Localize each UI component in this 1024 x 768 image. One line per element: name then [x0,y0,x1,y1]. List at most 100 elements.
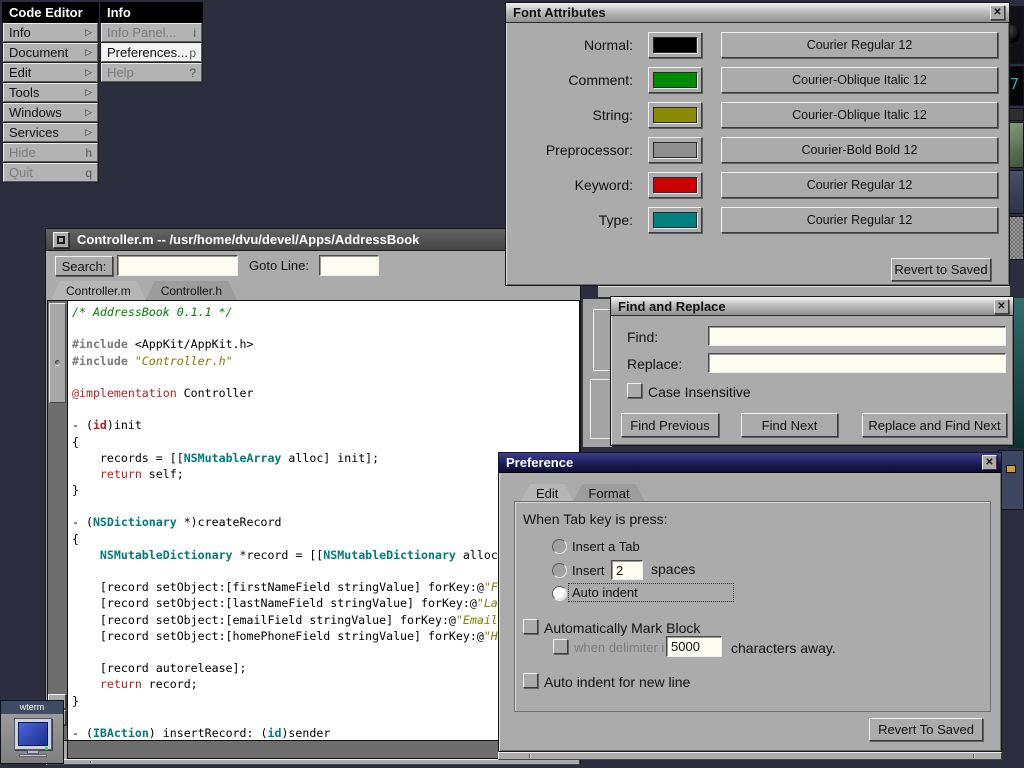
font-attributes-title: Font Attributes [513,5,606,20]
color-swatch [653,212,697,228]
code-token: { [72,435,79,449]
menu-item-edit[interactable]: Edit▷ [3,63,98,82]
code-token: IBAction [93,726,149,740]
font-button[interactable]: Courier Regular 12 [721,32,998,58]
close-icon[interactable]: ✕ [994,299,1009,314]
auto-indent-label: Auto indent [572,585,638,600]
color-well[interactable] [648,67,702,93]
miniaturize-icon [57,236,65,244]
delimiter-count-input[interactable] [666,636,722,657]
menu-item-services[interactable]: Services▷ [3,123,98,142]
close-icon[interactable]: ✕ [982,455,997,470]
font-button[interactable]: Courier Regular 12 [721,207,998,233]
delimiter-label: when delimiter i [574,640,664,655]
preference-titlebar[interactable]: Preference ✕ [499,453,1001,473]
code-token: - ( [72,726,93,740]
menu-title[interactable]: Info [100,2,203,23]
color-well[interactable] [648,172,702,198]
font-button[interactable]: Courier-Oblique Italic 12 [721,102,998,128]
tab-edit[interactable]: Edit [521,484,573,501]
code-token: "Email [456,613,498,627]
goto-line-input[interactable] [319,255,379,276]
find-replace-titlebar[interactable]: Find and Replace ✕ [611,297,1013,316]
preference-tab-bar: EditFormat [521,484,645,501]
replace-and-find-next-button[interactable]: Replace and Find Next [862,413,1007,437]
font-button[interactable]: Courier Regular 12 [721,172,998,198]
search-input[interactable] [117,255,238,276]
auto-indent-radio[interactable] [552,586,567,601]
code-token: records = [[ [72,451,184,465]
code-token: } [72,694,79,708]
monitor-icon [14,718,52,750]
code-token: return [72,677,142,691]
menu-item-label: Help [107,65,134,80]
insert-spaces-radio[interactable] [552,563,567,578]
font-attributes-titlebar[interactable]: Font Attributes ✕ [506,3,1009,23]
shortcut-key: h [85,146,92,160]
font-button[interactable]: Courier-Oblique Italic 12 [721,67,998,93]
color-well[interactable] [648,137,702,163]
menu-item-tools[interactable]: Tools▷ [3,83,98,102]
font-attribute-row: String:Courier-Oblique Italic 12 [506,102,1009,128]
tab-controller-h[interactable]: Controller.h [146,281,237,300]
font-attribute-row: Preprocessor:Courier-Bold Bold 12 [506,137,1009,163]
spaces-count-input[interactable] [611,560,643,580]
case-insensitive-checkbox[interactable] [627,383,642,398]
menu-item-info[interactable]: Info▷ [3,23,98,42]
code-token: <AppKit/AppKit.h> [128,337,254,351]
revert-to-saved-button[interactable]: Revert to Saved [891,258,991,281]
window-resize-bar[interactable] [498,752,1002,760]
auto-indent-newline-checkbox[interactable] [523,673,538,688]
color-well[interactable] [648,32,702,58]
menu-item-label: Services [9,125,59,140]
miniaturize-button[interactable] [53,232,69,248]
tab-controller-m[interactable]: Controller.m [51,281,146,300]
submenu-arrow-icon: ▷ [85,67,92,78]
submenu-arrow-icon: ▷ [85,27,92,38]
code-line [72,369,579,385]
code-token: )sender [281,726,330,740]
color-well[interactable] [648,102,702,128]
code-line: { [72,434,579,450]
menu-item-label: Preferences... [107,45,188,60]
find-next-button[interactable]: Find Next [741,413,838,437]
find-input[interactable] [708,326,1006,346]
find-replace-title: Find and Replace [618,299,726,314]
code-token: { [72,532,79,546]
editor-title: Controller.m -- /usr/home/dvu/devel/Apps… [77,232,419,247]
replace-input[interactable] [708,353,1006,373]
color-swatch [653,72,697,88]
code-line: #include "Controller.h" [72,353,579,369]
scrollbar-knob[interactable] [49,303,66,403]
insert-tab-label: Insert a Tab [572,539,640,554]
code-token: NSMutableArray [184,451,282,465]
delimiter-checkbox[interactable] [553,639,568,654]
code-token: id [93,418,107,432]
font-attribute-row: Comment:Courier-Oblique Italic 12 [506,67,1009,93]
font-button[interactable]: Courier-Bold Bold 12 [721,137,998,163]
color-well[interactable] [648,207,702,233]
code-token [72,548,100,562]
find-previous-button[interactable]: Find Previous [621,413,719,437]
menu-item-label: Info Panel... [107,25,176,40]
code-line [72,401,579,417]
insert-tab-radio[interactable] [552,539,567,554]
menu-item-preferences[interactable]: Preferences...p [101,43,202,62]
wterm-miniwindow[interactable]: wterm [0,700,64,764]
tab-format[interactable]: Format [573,484,644,501]
menu-item-document[interactable]: Document▷ [3,43,98,62]
code-token: NSMutableDictionary [323,548,456,562]
color-swatch [653,37,697,53]
attribute-label: Keyword: [506,177,633,193]
search-button[interactable]: Search: [55,256,113,276]
vertical-scrollbar[interactable]: ▲ ▼ [48,301,68,740]
code-token: [record setObject:[emailField stringValu… [72,613,456,627]
mark-block-label: Automatically Mark Block [544,620,700,636]
menu-item-windows[interactable]: Windows▷ [3,103,98,122]
editor-titlebar[interactable]: Controller.m -- /usr/home/dvu/devel/Apps… [46,229,580,251]
menu-title[interactable]: Code Editor [2,2,99,23]
mark-block-checkbox[interactable] [523,619,538,634]
close-icon[interactable]: ✕ [990,5,1005,20]
revert-to-saved-button[interactable]: Revert To Saved [869,718,983,741]
color-swatch [653,177,697,193]
